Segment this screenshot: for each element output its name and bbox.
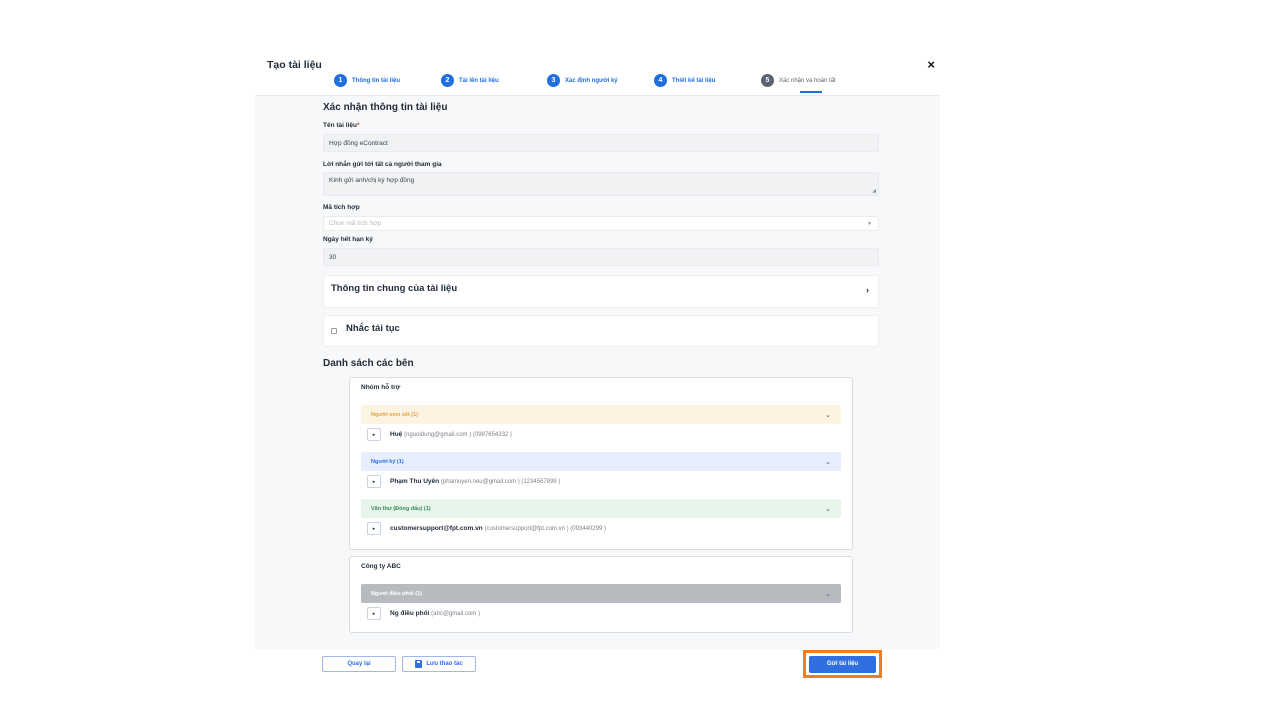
expand-icon[interactable]: ▸ (367, 522, 381, 535)
modal-footer: Quay lại Lưu thao tác Gửi tài liệu (255, 649, 940, 682)
modal-content: Xác nhận thông tin tài liệu Tên tài liệu… (255, 96, 940, 649)
renewal-reminder-checkbox[interactable] (331, 328, 337, 334)
chevron-down-icon: ⌄ (825, 458, 831, 466)
close-icon[interactable]: × (927, 57, 935, 72)
member-info: Ng điều phối (abc@gmail.com ) (390, 610, 480, 617)
group-title: Nhóm hỗ trợ (361, 384, 401, 391)
renewal-reminder-label: Nhắc tái tục (346, 323, 400, 334)
back-button[interactable]: Quay lại (322, 656, 396, 672)
save-icon (415, 660, 423, 668)
member-name: Ng điều phối (390, 610, 430, 617)
general-info-card[interactable]: Thông tin chung của tài liệu › (323, 275, 879, 308)
role-label: Văn thư (Đóng dấu) (1) (371, 505, 431, 512)
group-title: Công ty ABC (361, 563, 401, 570)
chevron-right-icon: › (866, 285, 869, 295)
caret-down-icon: ▼ (867, 220, 872, 227)
general-info-title: Thông tin chung của tài liệu (331, 283, 458, 294)
expiry-days-field[interactable]: 30 (323, 248, 879, 266)
doc-name-label: Tên tài liệu* (323, 122, 359, 129)
step-label: Tải lên tài liệu (459, 77, 499, 84)
step-number: 1 (334, 74, 347, 87)
step-confirm-complete[interactable]: 5 Xác nhận và hoàn tất (761, 74, 836, 87)
party-group-company-abc: Công ty ABC Người điều phối (1) ⌄ ▸ Ng đ… (349, 556, 853, 633)
member-name: customersupport@fpt.com.vn (390, 525, 483, 532)
step-label: Xác định người ký (565, 77, 618, 84)
member-row: ▸ Ng điều phối (abc@gmail.com ) (367, 607, 480, 620)
role-bar-coordinator[interactable]: Người điều phối (1) ⌄ (361, 584, 841, 603)
resize-handle-icon[interactable]: ◢ (872, 188, 876, 194)
role-bar-clerk[interactable]: Văn thư (Đóng dấu) (1) ⌄ (361, 499, 841, 518)
party-group-support: Nhóm hỗ trợ Người xem xét (1) ⌄ ▸ Huệ (n… (349, 377, 853, 550)
chevron-down-icon: ⌄ (825, 505, 831, 513)
member-info: Phạm Thu Uyên (phamuyen.neu@gmail.com ) … (390, 478, 560, 485)
step-number: 4 (654, 74, 667, 87)
stepper: 1 Thông tin tài liệu 2 Tải lên tài liệu … (334, 74, 874, 94)
step-upload-document[interactable]: 2 Tải lên tài liệu (441, 74, 499, 87)
parties-title: Danh sách các bên (323, 358, 414, 369)
member-meta: (abc@gmail.com ) (431, 611, 480, 617)
submit-highlight: Gửi tài liệu (803, 650, 882, 678)
role-label: Người điều phối (1) (371, 590, 422, 597)
step-define-signers[interactable]: 3 Xác định người ký (547, 74, 618, 87)
member-name: Phạm Thu Uyên (390, 478, 440, 485)
doc-name-field[interactable]: Hợp đồng eContract (323, 134, 879, 152)
step-document-info[interactable]: 1 Thông tin tài liệu (334, 74, 400, 87)
expand-icon[interactable]: ▸ (367, 428, 381, 441)
message-textarea[interactable]: Kính gửi anh/chị ký hợp đồng ◢ (323, 172, 879, 196)
member-info: Huệ (nguoidung@gmail.com ) (0987654332 ) (390, 431, 512, 438)
member-meta: (nguoidung@gmail.com ) (0987654332 ) (404, 432, 512, 438)
save-draft-button[interactable]: Lưu thao tác (402, 656, 476, 672)
role-bar-viewer[interactable]: Người xem xét (1) ⌄ (361, 405, 841, 424)
section-title: Xác nhận thông tin tài liệu (323, 102, 448, 113)
active-step-indicator (800, 91, 822, 93)
step-label: Xác nhận và hoàn tất (779, 77, 836, 84)
member-name: Huệ (390, 431, 403, 438)
message-value: Kính gửi anh/chị ký hợp đồng (329, 177, 415, 184)
expand-icon[interactable]: ▸ (367, 607, 381, 620)
expand-icon[interactable]: ▸ (367, 475, 381, 488)
step-number: 2 (441, 74, 454, 87)
integration-code-label: Mã tích hợp (323, 204, 360, 211)
integration-code-select[interactable]: Chọn mã tích hợp ▼ (323, 216, 879, 231)
role-label: Người ký (1) (371, 458, 404, 465)
step-label: Thiết kế tài liệu (672, 77, 716, 84)
create-document-modal: Tạo tài liệu × 1 Thông tin tài liệu 2 Tả… (255, 50, 940, 682)
member-meta: (phamuyen.neu@gmail.com ) (1234567899 ) (440, 479, 561, 485)
step-number: 3 (547, 74, 560, 87)
member-row: ▸ Huệ (nguoidung@gmail.com ) (0987654332… (367, 428, 512, 441)
page: Tạo tài liệu × 1 Thông tin tài liệu 2 Tả… (0, 0, 1280, 720)
submit-document-button[interactable]: Gửi tài liệu (809, 655, 876, 673)
member-row: ▸ customersupport@fpt.com.vn (customersu… (367, 522, 606, 535)
step-number: 5 (761, 74, 774, 87)
member-info: customersupport@fpt.com.vn (customersupp… (390, 525, 606, 532)
doc-name-label-text: Tên tài liệu (323, 122, 357, 129)
chevron-down-icon: ⌄ (825, 590, 831, 598)
member-row: ▸ Phạm Thu Uyên (phamuyen.neu@gmail.com … (367, 475, 560, 488)
step-design-document[interactable]: 4 Thiết kế tài liệu (654, 74, 715, 87)
integration-code-placeholder: Chọn mã tích hợp (329, 220, 381, 227)
required-mark: * (356, 122, 360, 129)
member-meta: (customersupport@fpt.com.vn ) (093440299… (484, 526, 606, 532)
chevron-down-icon: ⌄ (825, 411, 831, 419)
step-label: Thông tin tài liệu (352, 77, 400, 84)
save-draft-label: Lưu thao tác (426, 661, 463, 667)
message-label: Lời nhắn gửi tới tất cả người tham gia (323, 161, 442, 168)
modal-title: Tạo tài liệu (267, 59, 322, 71)
role-label: Người xem xét (1) (371, 411, 419, 418)
renewal-reminder-card: Nhắc tái tục (323, 315, 879, 347)
role-bar-signer[interactable]: Người ký (1) ⌄ (361, 452, 841, 471)
expiry-label: Ngày hết hạn ký (323, 236, 373, 243)
